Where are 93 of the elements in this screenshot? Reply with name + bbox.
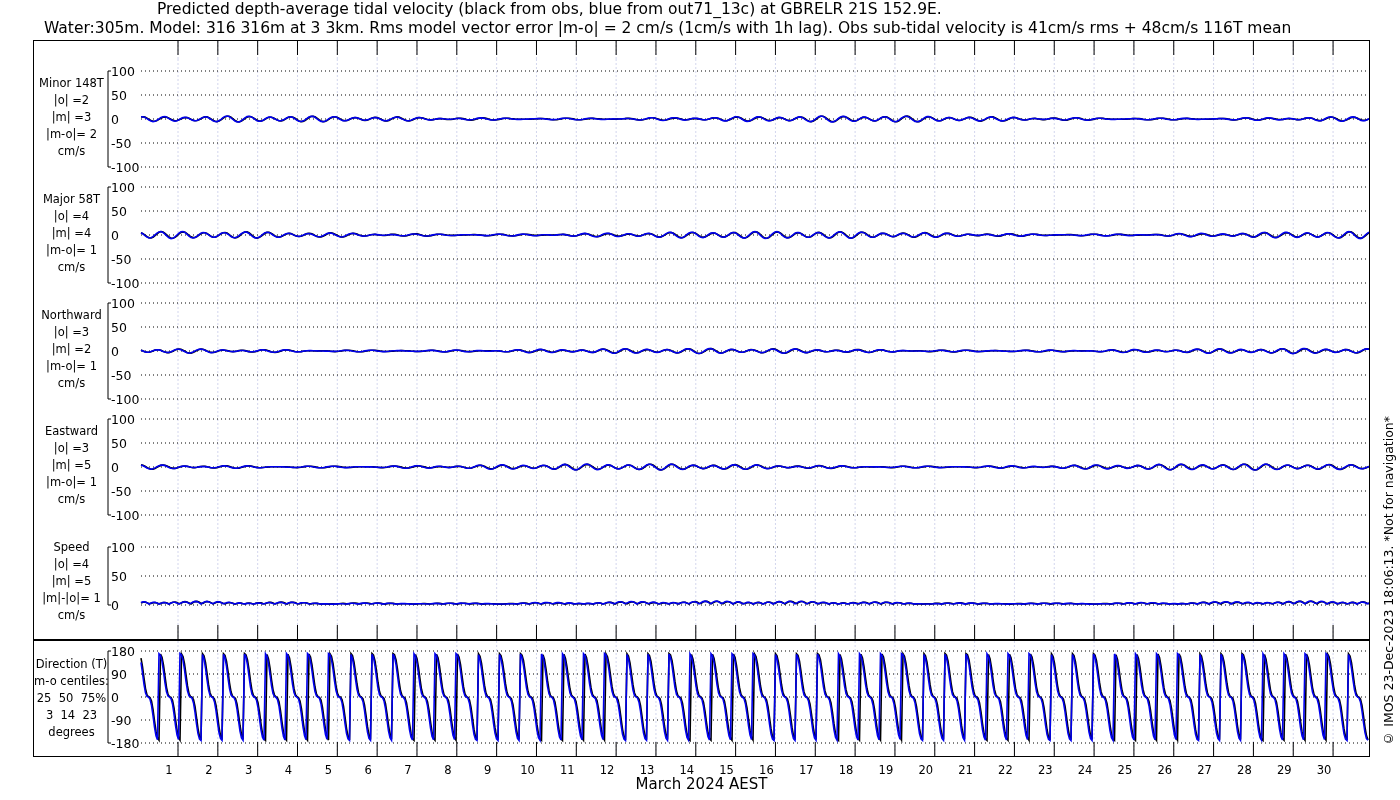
- x-tick-label: 2: [205, 763, 213, 777]
- y-tick-label: 100: [111, 179, 135, 195]
- x-tick-label: 15: [719, 763, 734, 777]
- panel-label: |m| =5: [50, 456, 92, 474]
- x-tick-label: 19: [878, 763, 894, 777]
- x-axis-title: March 2024 AEST: [635, 775, 768, 793]
- y-tick-label: -50: [111, 483, 132, 499]
- panel-label: Eastward: [43, 422, 99, 440]
- y-tick-label: 0: [111, 227, 119, 243]
- panel-label: |m-o|= 1: [45, 473, 97, 491]
- y-tick-label: -100: [111, 159, 140, 175]
- y-tick-label: -90: [111, 712, 132, 728]
- panel-label: |o| =4: [52, 555, 90, 573]
- x-tick-label: 9: [483, 763, 492, 777]
- y-tick-label: 50: [111, 203, 127, 219]
- x-tick-label: 8: [444, 763, 452, 777]
- x-tick-label: 29: [1276, 763, 1292, 777]
- panel-label: |m| =3: [50, 108, 92, 126]
- panel-label: |m| =4: [50, 224, 92, 242]
- x-tick-label: 1: [165, 763, 173, 777]
- y-tick-label: -100: [111, 391, 140, 407]
- y-tick-label: 0: [111, 597, 119, 613]
- x-tick-label: 7: [404, 763, 412, 777]
- x-tick-label: 5: [324, 763, 332, 777]
- x-tick-label: 10: [520, 763, 535, 777]
- panel-label: |o| =4: [52, 207, 90, 225]
- panel-label: cm/s: [56, 490, 86, 508]
- y-tick-label: 0: [111, 111, 119, 127]
- panel-label: Minor 148T: [38, 74, 104, 92]
- y-tick-label: 50: [111, 568, 127, 584]
- y-tick-label: 50: [111, 319, 127, 335]
- credit-text: © IMOS 23-Dec-2023 18:06:13. *Not for navigation*: [1381, 416, 1396, 746]
- y-tick-label: 0: [111, 343, 119, 359]
- x-tick-label: 4: [284, 763, 293, 777]
- panel-label: cm/s: [56, 606, 86, 624]
- chart-title: Predicted depth-average tidal velocity (black from obs, blue from out71_13c) at GBRELR 21S 152.9E.: [156, 0, 943, 19]
- x-tick-label: 30: [1316, 763, 1332, 777]
- y-tick-label: -50: [111, 135, 132, 151]
- y-tick-label: -50: [111, 251, 132, 267]
- y-tick-label: -50: [111, 367, 132, 383]
- panel-label: |m| =2: [50, 340, 92, 358]
- panel-label: Northward: [40, 306, 102, 324]
- x-tick-label: 20: [918, 763, 934, 777]
- x-tick-label: 23: [1037, 763, 1053, 777]
- y-axis-line: [107, 546, 112, 606]
- panel-label: Major 58T: [41, 190, 101, 208]
- x-tick-label: 26: [1157, 763, 1173, 777]
- x-tick-label: 18: [838, 763, 854, 777]
- x-tick-label: 24: [1077, 763, 1093, 777]
- panel-label: Speed: [52, 538, 90, 556]
- panel-label: Direction (T): [34, 656, 108, 673]
- panel-label: degrees: [47, 724, 95, 741]
- panel-label: |o| =3: [52, 323, 90, 341]
- panel-label: 25 50 75%: [35, 690, 107, 707]
- y-tick-label: 50: [111, 87, 127, 103]
- panel-label: 3 14 23: [44, 707, 98, 724]
- x-tick-label: 25: [1117, 763, 1133, 777]
- x-tick-label: 14: [679, 763, 695, 777]
- panel-label: |m-o|= 1: [45, 357, 97, 375]
- y-tick-label: 100: [111, 411, 135, 427]
- y-tick-label: 100: [111, 63, 135, 79]
- panel-label: cm/s: [56, 142, 86, 160]
- y-tick-label: 50: [111, 435, 127, 451]
- y-tick-label: -100: [111, 275, 140, 291]
- panel-label: cm/s: [56, 374, 86, 392]
- panel-label: |m-o|= 1: [45, 241, 97, 259]
- y-tick-label: 0: [111, 689, 119, 705]
- y-tick-label: -180: [111, 735, 140, 751]
- x-tick-label: 17: [798, 763, 814, 777]
- y-tick-label: -100: [111, 507, 140, 523]
- panel-label: |m| =5: [50, 572, 92, 590]
- x-tick-label: 3: [245, 763, 253, 777]
- y-tick-label: 90: [111, 666, 127, 682]
- x-tick-label: 6: [364, 763, 372, 777]
- x-tick-label: 22: [998, 763, 1013, 777]
- y-tick-label: 100: [111, 295, 135, 311]
- x-tick-label: 21: [958, 763, 973, 777]
- panel-label: |o| =2: [52, 91, 90, 109]
- x-tick-label: 16: [759, 763, 774, 777]
- x-tick-label: 12: [599, 763, 615, 777]
- y-tick-label: 180: [111, 643, 135, 659]
- x-tick-label: 27: [1197, 763, 1212, 777]
- panel-label: m-o centiles:: [33, 673, 109, 690]
- y-tick-label: 100: [111, 539, 135, 555]
- panel-label: cm/s: [56, 258, 86, 276]
- x-tick-label: 13: [639, 763, 655, 777]
- x-tick-label: 28: [1237, 763, 1252, 777]
- chart-title: Water:305m. Model: 316 316m at 3 3km. Rms model vector error |m-o| = 2 cm/s (1cm/s with 1h lag). Obs sub-tidal velocity is 41cm/s rms + 48cm/s 116T mean: [43, 19, 1293, 38]
- panel-label: |o| =3: [52, 439, 90, 457]
- y-tick-label: 0: [111, 459, 119, 475]
- panel-label: |m|-|o|= 1: [41, 589, 101, 607]
- x-tick-label: 11: [560, 763, 575, 777]
- panel-label: |m-o|= 2: [45, 125, 97, 143]
